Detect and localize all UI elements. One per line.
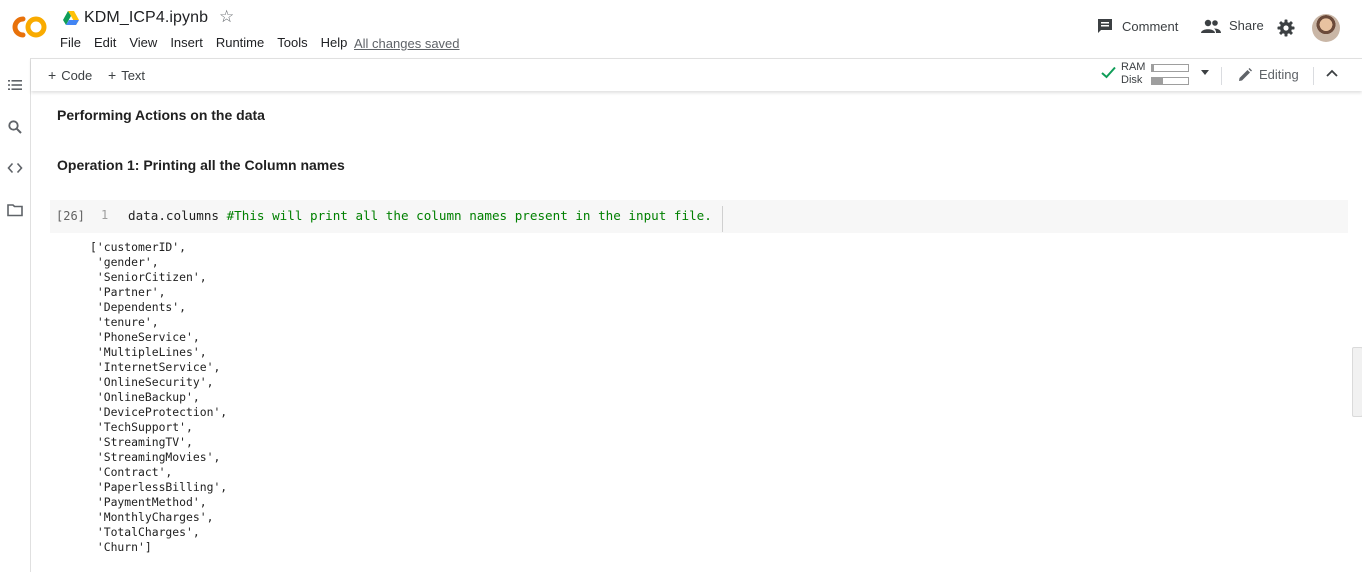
output-line: 'Partner', [90, 285, 166, 299]
output-line: ['customerID', [90, 240, 187, 254]
connected-check-icon [1101, 66, 1116, 79]
editing-label: Editing [1259, 67, 1299, 82]
google-drive-icon[interactable] [63, 11, 79, 25]
star-icon[interactable]: ☆ [219, 7, 234, 27]
chevron-up-icon[interactable] [1325, 68, 1339, 78]
menu-runtime[interactable]: Runtime [216, 35, 264, 50]
notebook-toolbar: + Code + Text RAM Disk Editing [31, 58, 1362, 91]
resources-dropdown-icon[interactable] [1201, 70, 1209, 75]
comment-label: Comment [1122, 18, 1179, 34]
share-button[interactable]: Share [1201, 18, 1264, 33]
left-sidebar [0, 58, 31, 572]
menu-edit[interactable]: Edit [94, 35, 116, 50]
output-line: 'PaymentMethod', [90, 495, 207, 509]
output-line: 'StreamingTV', [90, 435, 193, 449]
disk-usage-fill [1152, 78, 1163, 84]
output-line: 'MonthlyCharges', [90, 510, 214, 524]
folder-icon[interactable] [7, 202, 23, 218]
menu-view[interactable]: View [129, 35, 157, 50]
disk-usage-bar [1151, 77, 1189, 85]
line-number: 1 [101, 208, 109, 222]
share-label: Share [1229, 18, 1264, 33]
people-icon [1201, 19, 1221, 33]
editor-ruler [722, 206, 723, 232]
output-line: 'DeviceProtection', [90, 405, 228, 419]
plus-icon: + [108, 67, 117, 83]
output-line: 'OnlineBackup', [90, 390, 200, 404]
text-cell-heading-2: Operation 1: Printing all the Column nam… [57, 157, 345, 173]
menu-file[interactable]: File [60, 35, 81, 50]
code-snippets-icon[interactable] [7, 160, 23, 176]
plus-icon: + [48, 67, 57, 83]
toolbar-divider [1221, 67, 1222, 85]
code-text: data.columns [128, 208, 227, 223]
comment-icon [1098, 19, 1112, 33]
comment-button[interactable]: Comment [1097, 18, 1178, 34]
ram-label: RAM [1121, 61, 1146, 73]
app-header: KDM_ICP4.ipynb ☆ File Edit View Insert R… [0, 0, 1362, 58]
text-cell-heading-1: Performing Actions on the data [57, 107, 265, 123]
output-line: 'PhoneService', [90, 330, 200, 344]
output-line: 'TechSupport', [90, 420, 193, 434]
output-line: 'MultipleLines', [90, 345, 207, 359]
resource-monitor[interactable]: RAM Disk [1121, 61, 1145, 87]
output-line: 'Contract', [90, 465, 173, 479]
add-code-button[interactable]: + Code [48, 67, 92, 83]
output-line: 'TotalCharges', [90, 525, 200, 539]
editing-mode-button[interactable]: Editing [1238, 67, 1299, 82]
disk-label: Disk [1121, 74, 1143, 86]
table-of-contents-icon[interactable] [7, 77, 23, 93]
output-line: 'gender', [90, 255, 159, 269]
menu-bar: File Edit View Insert Runtime Tools Help [60, 35, 360, 50]
add-code-label: Code [61, 68, 93, 83]
output-line: 'OnlineSecurity', [90, 375, 214, 389]
pencil-icon [1239, 67, 1252, 81]
notebook-content: Performing Actions on the data Operation… [31, 91, 1351, 572]
output-line: 'Churn'] [90, 540, 152, 554]
ram-usage-fill [1152, 65, 1154, 71]
menu-insert[interactable]: Insert [170, 35, 203, 50]
add-text-button[interactable]: + Text [108, 67, 145, 83]
code-comment: #This will print all the column names pr… [226, 208, 712, 223]
output-line: 'StreamingMovies', [90, 450, 221, 464]
output-line: 'Dependents', [90, 300, 187, 314]
menu-tools[interactable]: Tools [277, 35, 307, 50]
cell-output: ['customerID', 'gender', 'SeniorCitizen'… [90, 240, 227, 555]
menu-help[interactable]: Help [321, 35, 348, 50]
output-line: 'SeniorCitizen', [90, 270, 207, 284]
search-icon[interactable] [7, 119, 23, 135]
scrollbar-thumb[interactable] [1352, 347, 1362, 417]
save-status-link[interactable]: All changes saved [354, 36, 460, 51]
code-cell[interactable]: [26] 1 data.columns #This will print all… [50, 200, 1348, 233]
gear-icon[interactable] [1277, 19, 1295, 37]
code-editor[interactable]: data.columns #This will print all the co… [128, 208, 712, 223]
colab-logo[interactable] [9, 14, 47, 40]
output-line: 'InternetService', [90, 360, 221, 374]
output-line: 'tenure', [90, 315, 159, 329]
output-line: 'PaperlessBilling', [90, 480, 228, 494]
toolbar-divider [1313, 67, 1314, 85]
notebook-title[interactable]: KDM_ICP4.ipynb [84, 9, 208, 27]
ram-usage-bar [1151, 64, 1189, 72]
avatar[interactable] [1312, 14, 1340, 42]
add-text-label: Text [121, 68, 146, 83]
execution-count[interactable]: [26] [56, 209, 85, 223]
